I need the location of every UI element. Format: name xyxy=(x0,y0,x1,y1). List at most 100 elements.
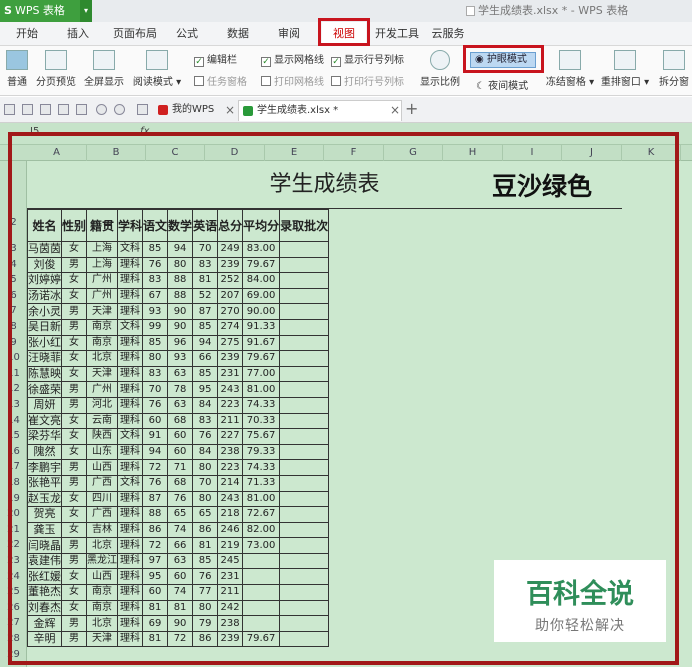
column-title-cell[interactable]: 性别 xyxy=(60,209,88,242)
table-cell[interactable]: 河北 xyxy=(86,396,119,414)
table-cell[interactable]: 79 xyxy=(192,615,219,632)
table-cell[interactable]: 理科 xyxy=(117,599,144,617)
table-cell[interactable]: 85 xyxy=(192,365,219,383)
table-cell[interactable]: 理科 xyxy=(117,396,144,414)
table-cell[interactable]: 219 xyxy=(217,537,244,554)
table-cell[interactable]: 陕西 xyxy=(86,428,119,445)
table-cell[interactable]: 207 xyxy=(217,287,244,305)
table-cell[interactable]: 81 xyxy=(142,599,169,617)
table-cell[interactable]: 理科 xyxy=(117,490,144,508)
table-cell[interactable]: 231 xyxy=(217,568,244,586)
table-cell[interactable] xyxy=(279,412,330,430)
table-cell[interactable]: 95 xyxy=(142,568,169,586)
table-cell[interactable]: 女 xyxy=(60,521,88,539)
table-cell[interactable] xyxy=(279,584,330,601)
table-cell[interactable]: 70 xyxy=(142,381,169,398)
table-cell[interactable]: 242 xyxy=(217,599,244,617)
table-cell[interactable]: 68 xyxy=(167,412,194,430)
save-icon[interactable] xyxy=(22,104,33,115)
table-cell[interactable]: 山东 xyxy=(86,443,119,461)
table-cell[interactable]: 上海 xyxy=(86,256,119,274)
table-cell[interactable]: 81.00 xyxy=(242,381,281,398)
table-cell[interactable]: 云南 xyxy=(86,412,119,430)
table-cell[interactable]: 广西 xyxy=(86,474,119,492)
table-cell[interactable]: 231 xyxy=(217,365,244,383)
table-cell[interactable] xyxy=(242,552,281,570)
table-cell[interactable]: 广州 xyxy=(86,381,119,398)
table-cell[interactable]: 理科 xyxy=(117,568,144,586)
row-header[interactable]: 7 xyxy=(0,305,27,316)
show-gridlines-checkbox[interactable]: ✓ 显示网格线 xyxy=(261,54,324,68)
table-cell[interactable]: 隗然 xyxy=(27,443,62,461)
row-header[interactable]: 25 xyxy=(0,586,27,597)
table-cell[interactable] xyxy=(279,506,330,523)
table-cell[interactable]: 辛明 xyxy=(27,630,62,648)
table-cell[interactable]: 天津 xyxy=(86,303,119,320)
table-cell[interactable]: 南京 xyxy=(86,334,119,352)
table-cell[interactable]: 李鹏宇 xyxy=(27,459,62,476)
table-cell[interactable]: 男 xyxy=(60,303,88,320)
table-cell[interactable]: 76 xyxy=(167,490,194,508)
table-cell[interactable]: 238 xyxy=(217,443,244,461)
table-cell[interactable]: 吴日新 xyxy=(27,318,62,336)
table-cell[interactable]: 270 xyxy=(217,303,244,320)
table-cell[interactable]: 女 xyxy=(60,584,88,601)
table-cell[interactable] xyxy=(279,599,330,617)
table-cell[interactable]: 84 xyxy=(192,396,219,414)
table-cell[interactable]: 65 xyxy=(192,506,219,523)
table-cell[interactable]: 男 xyxy=(60,318,88,336)
row-header[interactable]: 4 xyxy=(0,259,27,270)
row-header[interactable]: 26 xyxy=(0,602,27,613)
table-cell[interactable]: 60 xyxy=(142,584,169,601)
table-cell[interactable]: 243 xyxy=(217,381,244,398)
table-cell[interactable]: 79.33 xyxy=(242,443,281,461)
table-cell[interactable] xyxy=(279,474,330,492)
table-cell[interactable] xyxy=(279,365,330,383)
table-cell[interactable]: 上海 xyxy=(86,241,119,258)
column-header[interactable]: H xyxy=(443,145,503,161)
table-cell[interactable]: 张红媛 xyxy=(27,568,62,586)
table-cell[interactable]: 63 xyxy=(167,365,194,383)
print-icon[interactable] xyxy=(58,104,69,115)
table-cell[interactable]: 男 xyxy=(60,630,88,648)
column-title-cell[interactable]: 籍贯 xyxy=(86,209,119,242)
table-cell[interactable]: 女 xyxy=(60,568,88,586)
row-header[interactable]: 9 xyxy=(0,337,27,348)
column-title-cell[interactable]: 学科 xyxy=(117,209,144,242)
column-header[interactable]: K xyxy=(622,145,681,161)
table-cell[interactable]: 天津 xyxy=(86,365,119,383)
table-cell[interactable]: 214 xyxy=(217,474,244,492)
row-header[interactable]: 15 xyxy=(0,430,27,441)
tab-data[interactable]: 数据 xyxy=(221,22,255,46)
table-cell[interactable]: 81.00 xyxy=(242,490,281,508)
table-cell[interactable]: 马茵茵 xyxy=(27,241,62,258)
show-row-col-checkbox[interactable]: ✓ 显示行号列标 xyxy=(331,54,404,68)
table-cell[interactable]: 金辉 xyxy=(27,615,62,632)
table-cell[interactable]: 67 xyxy=(142,287,169,305)
table-cell[interactable] xyxy=(279,443,330,461)
table-cell[interactable]: 刘春杰 xyxy=(27,599,62,617)
table-cell[interactable]: 龚玉 xyxy=(27,521,62,539)
menu-dropdown-icon[interactable]: ▾ xyxy=(80,0,92,22)
table-cell[interactable]: 汤诺冰 xyxy=(27,287,62,305)
column-title-cell[interactable]: 数学 xyxy=(167,209,194,242)
table-cell[interactable]: 239 xyxy=(217,256,244,274)
table-cell[interactable]: 理科 xyxy=(117,584,144,601)
customize-toolbar-icon[interactable] xyxy=(137,104,148,115)
table-cell[interactable]: 女 xyxy=(60,428,88,445)
table-cell[interactable]: 男 xyxy=(60,537,88,554)
table-cell[interactable]: 理科 xyxy=(117,303,144,320)
row-header[interactable]: 22 xyxy=(0,539,27,550)
table-cell[interactable] xyxy=(279,272,330,289)
table-cell[interactable]: 86 xyxy=(142,521,169,539)
table-cell[interactable]: 85 xyxy=(192,552,219,570)
table-cell[interactable] xyxy=(242,615,281,632)
table-cell[interactable]: 245 xyxy=(217,552,244,570)
table-cell[interactable]: 68 xyxy=(167,474,194,492)
table-cell[interactable]: 70 xyxy=(192,241,219,258)
table-cell[interactable]: 274 xyxy=(217,318,244,336)
table-cell[interactable]: 男 xyxy=(60,615,88,632)
table-cell[interactable]: 249 xyxy=(217,241,244,258)
table-cell[interactable]: 76 xyxy=(142,256,169,274)
zoom-button[interactable]: 显示比例 xyxy=(418,50,462,94)
